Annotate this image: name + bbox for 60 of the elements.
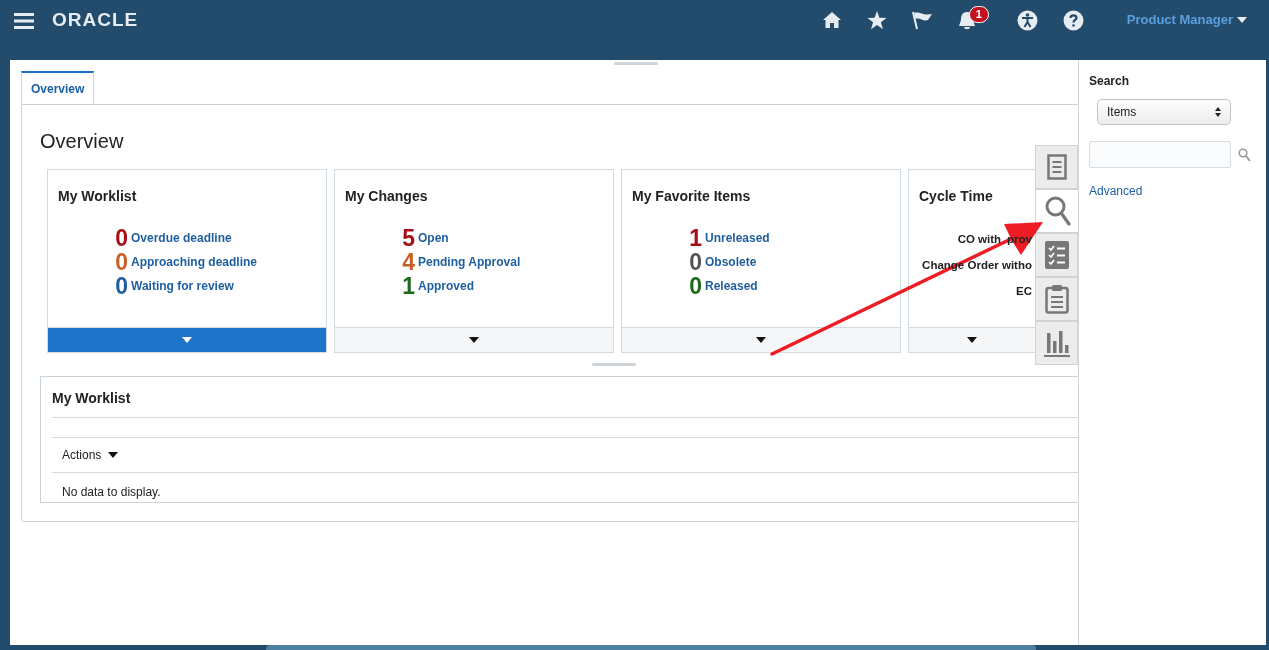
caret-icon <box>108 452 119 458</box>
help-icon[interactable] <box>1062 9 1084 31</box>
caret-icon <box>469 337 479 343</box>
clipboard-icon <box>1044 284 1069 314</box>
home-icon[interactable] <box>821 11 842 29</box>
advanced-link[interactable]: Advanced <box>1089 182 1143 200</box>
count-number: 0 <box>114 226 128 250</box>
expand-bar[interactable] <box>622 327 900 352</box>
caret-icon <box>1237 17 1247 23</box>
search-panel-title: Search <box>1089 73 1131 90</box>
card-title: Cycle Time <box>919 188 994 204</box>
count-number: 0 <box>114 274 128 298</box>
metric-label: CO with <box>957 232 1002 248</box>
count-link[interactable]: Waiting for review <box>128 277 234 295</box>
star-icon[interactable] <box>866 10 887 30</box>
card-title: My Favorite Items <box>632 188 752 204</box>
count-number: 0 <box>114 250 128 274</box>
count-link[interactable]: Unreleased <box>702 229 770 247</box>
accessibility-icon[interactable] <box>1016 9 1038 31</box>
side-tab[interactable] <box>1035 321 1078 365</box>
panel-title: My Worklist <box>52 390 132 406</box>
count-link[interactable]: Approved <box>415 277 474 295</box>
side-tab[interactable] <box>1035 189 1078 233</box>
count-link[interactable]: Overdue deadline <box>128 229 232 247</box>
count-link[interactable]: Pending Approval <box>415 253 521 271</box>
search-icon <box>1044 196 1071 226</box>
oracle-logo: ORACLE <box>52 10 139 30</box>
card-title: My Changes <box>345 188 429 204</box>
bar-chart-icon <box>1043 329 1070 357</box>
card-title: My Worklist <box>58 188 138 204</box>
up-down-icon <box>1215 107 1221 117</box>
menu-icon[interactable] <box>14 13 34 29</box>
count-number: 1 <box>688 226 702 250</box>
count-number: 0 <box>688 274 702 298</box>
search-icon[interactable] <box>1238 147 1251 162</box>
caret-icon <box>182 337 192 343</box>
side-tab[interactable] <box>1035 145 1078 189</box>
count-number: 0 <box>688 250 702 274</box>
metric-label: EC <box>1016 284 1032 300</box>
page-title: Overview <box>40 129 125 153</box>
count-number: 4 <box>401 250 415 274</box>
count-link[interactable]: Approaching deadline <box>128 253 257 271</box>
side-tab[interactable] <box>1035 277 1078 321</box>
search-type-select[interactable]: Items <box>1097 99 1231 125</box>
document-icon <box>1046 154 1067 180</box>
caret-icon <box>967 337 977 343</box>
caret-icon <box>756 337 766 343</box>
count-number: 1 <box>401 274 415 298</box>
actions-menu[interactable]: Actions <box>62 446 119 464</box>
checklist-icon <box>1044 241 1069 269</box>
flag-icon[interactable] <box>911 10 933 30</box>
count-link[interactable]: Open <box>415 229 449 247</box>
count-link[interactable]: Obsolete <box>702 253 757 271</box>
empty-message: No data to display. <box>62 484 162 501</box>
count-link[interactable]: Released <box>702 277 758 295</box>
tab[interactable]: Overview <box>21 71 95 104</box>
count-number: 5 <box>401 226 415 250</box>
side-tab[interactable] <box>1035 233 1078 277</box>
expand-bar[interactable] <box>48 327 326 352</box>
search-field[interactable] <box>1089 141 1231 168</box>
